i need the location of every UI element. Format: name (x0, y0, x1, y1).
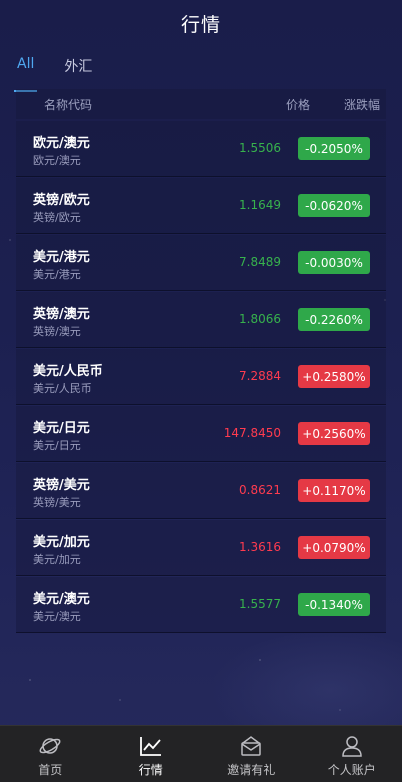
quote-code: 英镑/美元 (33, 496, 81, 509)
quote-change-badge: +0.0790% (298, 536, 370, 559)
tab-forex[interactable]: 外汇 (61, 52, 95, 86)
quote-code: 美元/人民币 (33, 382, 92, 395)
quote-row[interactable]: 英镑/欧元 英镑/欧元 1.1649 -0.0620% (16, 178, 386, 234)
quote-code: 美元/加元 (33, 553, 81, 566)
quote-price: 7.2884 (239, 369, 281, 383)
envelope-icon (238, 734, 264, 758)
quote-code: 美元/澳元 (33, 610, 81, 623)
quote-change-badge: +0.2580% (298, 365, 370, 388)
header: 行情 (0, 0, 402, 46)
quote-code: 欧元/澳元 (33, 154, 81, 167)
quote-list: 欧元/澳元 欧元/澳元 1.5506 -0.2050% 英镑/欧元 英镑/欧元 … (16, 121, 386, 634)
tabbar-label: 邀请有礼 (227, 763, 276, 777)
quote-change-badge: -0.0030% (298, 251, 370, 274)
tabbar-label: 行情 (138, 763, 163, 777)
quote-row[interactable]: 美元/日元 美元/日元 147.8450 +0.2560% (16, 406, 386, 462)
column-header: 名称代码 价格 涨跌幅 (16, 89, 386, 119)
tabbar-item-invite[interactable]: 邀请有礼 (201, 726, 302, 782)
quote-name: 英镑/美元 (33, 478, 90, 493)
chart-line-icon (138, 734, 164, 758)
quote-code: 美元/港元 (33, 268, 81, 281)
user-icon (339, 734, 365, 758)
quote-price: 0.8621 (239, 483, 281, 497)
quote-price: 1.3616 (239, 540, 281, 554)
quote-row[interactable]: 美元/澳元 美元/澳元 1.5577 -0.1340% (16, 577, 386, 633)
quote-price: 1.1649 (239, 198, 281, 212)
tabbar-item-account[interactable]: 个人账户 (302, 726, 402, 782)
quote-change-badge: -0.2260% (298, 308, 370, 331)
quote-price: 7.8489 (239, 255, 281, 269)
quote-row[interactable]: 欧元/澳元 欧元/澳元 1.5506 -0.2050% (16, 121, 386, 177)
quote-name: 欧元/澳元 (33, 136, 90, 151)
quote-row[interactable]: 英镑/美元 英镑/美元 0.8621 +0.1170% (16, 463, 386, 519)
column-name-code: 名称代码 (44, 97, 93, 112)
market-tabs: All 外汇 (14, 52, 95, 92)
quote-price: 1.5506 (239, 141, 281, 155)
quote-price: 1.8066 (239, 312, 281, 326)
tabbar-item-market[interactable]: 行情 (101, 726, 202, 782)
quote-row[interactable]: 英镑/澳元 英镑/澳元 1.8066 -0.2260% (16, 292, 386, 348)
quote-name: 英镑/欧元 (33, 193, 90, 208)
tabbar-label: 个人账户 (327, 763, 376, 777)
quote-change-badge: -0.2050% (298, 137, 370, 160)
quote-price: 147.8450 (223, 426, 281, 440)
quote-name: 美元/日元 (33, 421, 90, 436)
quote-name: 美元/加元 (33, 535, 90, 550)
quote-code: 英镑/欧元 (33, 211, 81, 224)
quote-name: 美元/港元 (33, 250, 90, 265)
quote-change-badge: -0.0620% (298, 194, 370, 217)
quote-name: 英镑/澳元 (33, 307, 90, 322)
tabbar-label: 首页 (38, 763, 63, 777)
page-title: 行情 (180, 13, 221, 36)
quote-change-badge: +0.2560% (298, 422, 370, 445)
quote-row[interactable]: 美元/人民币 美元/人民币 7.2884 +0.2580% (16, 349, 386, 405)
tab-all[interactable]: All (14, 52, 38, 92)
tabbar-item-home[interactable]: 首页 (0, 726, 101, 782)
quote-code: 美元/日元 (33, 439, 81, 452)
planet-icon (37, 734, 63, 758)
quote-row[interactable]: 美元/港元 美元/港元 7.8489 -0.0030% (16, 235, 386, 291)
column-change: 涨跌幅 (344, 97, 381, 112)
quote-price: 1.5577 (239, 597, 281, 611)
quote-name: 美元/澳元 (33, 592, 90, 607)
column-price: 价格 (285, 97, 310, 112)
quote-code: 英镑/澳元 (33, 325, 81, 338)
quote-row[interactable]: 美元/加元 美元/加元 1.3616 +0.0790% (16, 520, 386, 576)
quote-change-badge: -0.1340% (298, 593, 370, 616)
bottom-tabbar: 首页 行情 邀请有礼 个人账户 (0, 725, 402, 782)
quote-name: 美元/人民币 (33, 364, 103, 379)
quote-change-badge: +0.1170% (298, 479, 370, 502)
